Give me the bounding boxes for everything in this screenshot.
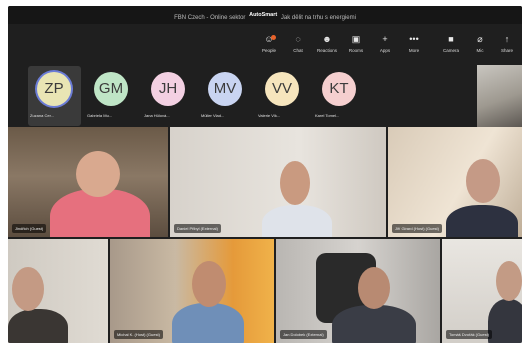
participant-name-tag: Jindřich (Guest) — [12, 224, 47, 233]
participant-head — [12, 267, 44, 311]
title-bar: FBN Czech - Online sektor AutoSmart Jak … — [8, 6, 522, 24]
meeting-toolbar: ☺ People ◌ Chat ☻ Reactions ▣ Rooms + Ap… — [8, 26, 522, 64]
participant-name-tag: Jan Dolobek (External) — [280, 330, 327, 339]
video-tile[interactable]: Jan Dolobek (External) — [276, 239, 440, 343]
avatar: GM — [94, 72, 128, 106]
more-icon: ••• — [409, 34, 419, 44]
video-tile[interactable]: Daniel Přibyl (External) — [170, 127, 386, 237]
participant-tile[interactable]: KT Karel Tomel... — [313, 66, 366, 126]
participant-name: Valerie Vlk... — [258, 113, 281, 118]
participant-tile[interactable]: ZP Zuzana Cer... — [28, 66, 81, 126]
avatar: MV — [208, 72, 242, 106]
participant-name-tag: Jiří Girard (Host) (Guest) — [392, 224, 443, 233]
avatar: KT — [322, 72, 356, 106]
reactions-icon: ☻ — [322, 34, 332, 44]
participant-head — [358, 267, 390, 309]
people-icon: ☺ — [264, 34, 274, 44]
participant-name-tag: Michal K. (Host) (Guest) — [114, 330, 163, 339]
participant-tile[interactable]: JH Jana Hülová... — [142, 66, 195, 126]
meeting-title: FBN Czech - Online sektor — [174, 15, 246, 21]
camera-icon: ■ — [448, 34, 454, 44]
avatar: VV — [265, 72, 299, 106]
video-grid: Jindřich (Guest) Daniel Přibyl (External… — [8, 127, 522, 343]
participant-name: Karel Tomel... — [315, 113, 340, 118]
participant-strip: ZP Zuzana Cer... GM Gabriela Mu... JH Ja… — [8, 62, 522, 129]
participant-name: Jana Hülová... — [144, 113, 170, 118]
rooms-button[interactable]: ▣ Rooms — [343, 32, 369, 62]
share-button[interactable]: ↑ Share — [494, 32, 520, 62]
reactions-button[interactable]: ☻ Reactions — [314, 32, 340, 62]
people-button[interactable]: ☺ People — [256, 32, 282, 62]
mic-button[interactable]: ⌀ Mic — [467, 32, 493, 62]
share-icon: ↑ — [504, 34, 510, 44]
avatar: ZP — [37, 72, 71, 106]
participant-body — [446, 205, 518, 237]
participant-body — [172, 303, 244, 343]
participant-head — [192, 261, 226, 307]
participant-head — [466, 159, 500, 203]
more-button[interactable]: ••• More — [401, 32, 427, 62]
camera-button[interactable]: ■ Camera — [438, 32, 464, 62]
participant-tile[interactable]: GM Gabriela Mu... — [85, 66, 138, 126]
brand-logo: AutoSmart — [249, 12, 278, 18]
video-tile[interactable]: Tomáš Dvořák (Guest) — [442, 239, 522, 343]
participant-name: Gabriela Mu... — [87, 113, 113, 118]
participant-head — [496, 261, 522, 301]
participant-name: Müller Vlad... — [201, 113, 225, 118]
apps-icon: + — [382, 34, 388, 44]
meeting-subtitle: Jak dělit na trhu s energiemi — [280, 15, 356, 21]
participant-name-tag: Tomáš Dvořák (Guest) — [446, 330, 493, 339]
people-badge — [271, 35, 276, 40]
video-tile[interactable]: Jindřich (Guest) — [8, 127, 168, 237]
video-tile[interactable] — [8, 239, 108, 343]
participant-tile[interactable]: VV Valerie Vlk... — [256, 66, 309, 126]
participant-name-tag: Daniel Přibyl (External) — [174, 224, 221, 233]
participant-name: Zuzana Cer... — [30, 113, 55, 118]
apps-button[interactable]: + Apps — [372, 32, 398, 62]
chat-button[interactable]: ◌ Chat — [285, 32, 311, 62]
mic-icon: ⌀ — [477, 34, 483, 44]
video-tile[interactable]: Jiří Girard (Host) (Guest) — [388, 127, 522, 237]
meeting-window: FBN Czech - Online sektor AutoSmart Jak … — [8, 6, 522, 343]
avatar: JH — [151, 72, 185, 106]
participant-body — [332, 305, 416, 343]
participant-body — [8, 309, 68, 343]
rooms-icon: ▣ — [351, 34, 361, 44]
participant-video-thumbnail[interactable] — [477, 65, 522, 128]
chat-icon: ◌ — [295, 34, 301, 44]
participant-body — [488, 299, 522, 343]
participant-body — [262, 205, 332, 237]
video-tile[interactable]: Michal K. (Host) (Guest) — [110, 239, 274, 343]
participant-head — [280, 161, 310, 205]
participant-head — [76, 151, 120, 197]
participant-tile[interactable]: MV Müller Vlad... — [199, 66, 252, 126]
